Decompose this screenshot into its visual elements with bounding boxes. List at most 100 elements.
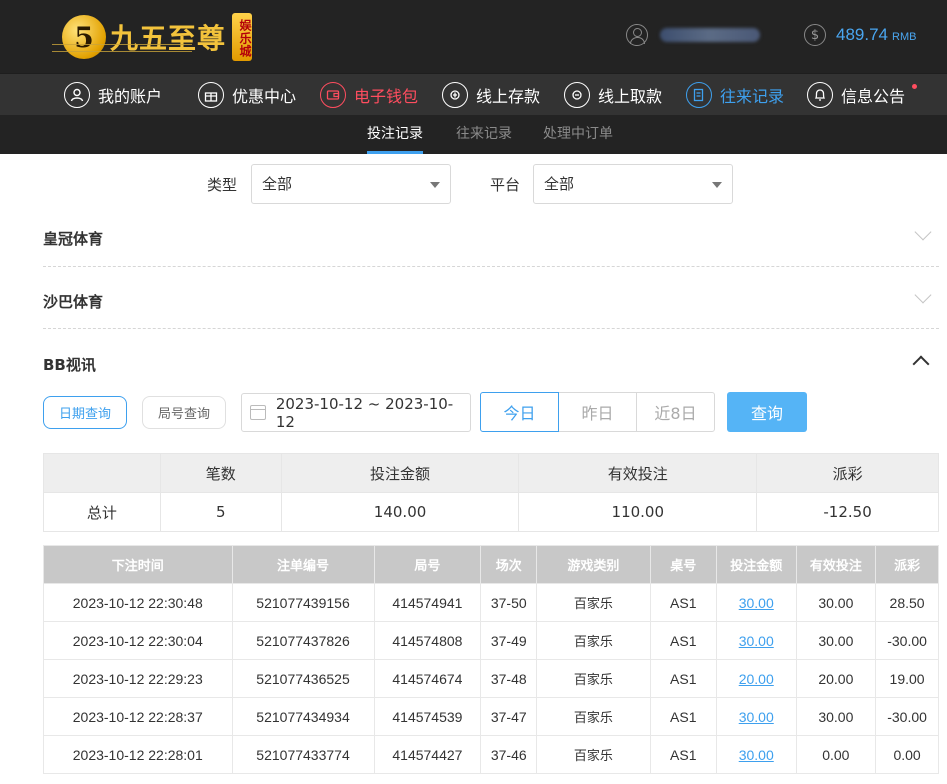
column-header-round: 局号 [373, 545, 482, 584]
section-bb-video[interactable]: BB视讯 [43, 348, 939, 378]
table-number-cell: AS1 [649, 583, 717, 622]
valid-bet-cell: 30.00 [795, 583, 877, 622]
notification-dot [912, 84, 917, 89]
bet-amount-cell: 20.00 [715, 659, 797, 698]
main-nav: 我的账户 优惠中心 电子钱包 线上存款 线上取款 往来记录 信息公告 [0, 73, 947, 115]
quick-range-group: 今日 昨日 近8日 [480, 392, 715, 432]
nav-label: 我的账户 [98, 87, 163, 106]
bet-amount-link[interactable]: 30.00 [739, 633, 774, 649]
wallet-icon [320, 82, 346, 108]
platform-label: 平台 [490, 176, 521, 194]
user-circle-icon [64, 82, 90, 108]
logo-mark-icon: 5 [62, 15, 106, 59]
nav-label: 线上取款 [598, 87, 663, 106]
nav-my-account[interactable]: 我的账户 [64, 80, 162, 110]
column-header-payout: 派彩 [875, 545, 939, 584]
match-cell: 37-48 [480, 659, 538, 698]
nav-label: 优惠中心 [232, 87, 297, 106]
divider [43, 266, 939, 267]
brand-badge: 娱乐城 [232, 13, 253, 61]
bet-time-cell: 2023-10-12 22:28:01 [43, 735, 233, 774]
game-type-cell: 百家乐 [536, 583, 651, 622]
nav-online-deposit[interactable]: 线上存款 [442, 80, 540, 110]
nav-online-withdraw[interactable]: 线上取款 [564, 80, 662, 110]
match-cell: 37-47 [480, 697, 538, 736]
bet-time-cell: 2023-10-12 22:29:23 [43, 659, 233, 698]
nav-transaction-records[interactable]: 往来记录 [686, 80, 784, 110]
bet-id-cell: 521077433774 [231, 735, 375, 774]
section-saba-sports[interactable]: 沙巴体育 [43, 285, 939, 315]
user-menu[interactable] [626, 24, 760, 46]
valid-bet-cell: 30.00 [795, 621, 877, 660]
tab-transaction-records[interactable]: 往来记录 [456, 115, 512, 154]
table-header-row: 下注时间 注单编号 局号 场次 游戏类别 桌号 投注金额 有效投注 派彩 [43, 545, 939, 584]
bet-amount-link[interactable]: 20.00 [739, 671, 774, 687]
tab-pending-orders[interactable]: 处理中订单 [543, 115, 613, 154]
summary-header-cell: 投注金额 [280, 453, 520, 493]
deposit-icon [442, 82, 468, 108]
section-title: 沙巴体育 [43, 293, 104, 311]
column-header-table: 桌号 [649, 545, 717, 584]
section-title: 皇冠体育 [43, 230, 104, 248]
brand-logo[interactable]: 5 九五至尊 娱乐城 [62, 10, 253, 64]
bet-id-cell: 521077439156 [231, 583, 375, 622]
section-crown-sports[interactable]: 皇冠体育 [43, 222, 939, 252]
range-yesterday-button[interactable]: 昨日 [558, 392, 637, 432]
game-type-cell: 百家乐 [536, 621, 651, 660]
bet-amount-link[interactable]: 30.00 [739, 595, 774, 611]
type-select-value: 全部 [262, 175, 293, 193]
nav-label: 信息公告 [841, 87, 906, 106]
user-icon [626, 24, 648, 46]
range-last8days-button[interactable]: 近8日 [636, 392, 715, 432]
summary-total-label: 总计 [43, 492, 161, 532]
type-label: 类型 [207, 176, 238, 194]
round-cell: 414574808 [373, 621, 482, 660]
bet-id-cell: 521077437826 [231, 621, 375, 660]
column-header-valid-bet: 有效投注 [795, 545, 877, 584]
platform-select[interactable]: 全部 [533, 164, 733, 204]
date-query-button[interactable]: 日期查询 [43, 396, 127, 429]
payout-cell: -30.00 [875, 697, 939, 736]
top-bar: 5 九五至尊 娱乐城 $ 489.74 RMB [0, 0, 947, 73]
table-row: 2023-10-12 22:28:01 521077433774 414574427… [43, 735, 939, 774]
section-title: BB视讯 [43, 356, 96, 374]
date-range-value: 2023-10-12 ~ 2023-10-12 [275, 394, 454, 431]
dollar-icon: $ [804, 24, 826, 46]
tab-bet-records[interactable]: 投注记录 [367, 115, 423, 154]
summary-header-cell [43, 453, 161, 493]
type-select[interactable]: 全部 [251, 164, 451, 204]
bell-icon [807, 82, 833, 108]
date-range-picker[interactable]: 2023-10-12 ~ 2023-10-12 [241, 393, 471, 432]
table-row: 2023-10-12 22:30:48 521077439156 414574941… [43, 583, 939, 622]
match-cell: 37-50 [480, 583, 538, 622]
bet-id-cell: 521077436525 [231, 659, 375, 698]
bet-amount-cell: 30.00 [715, 697, 797, 736]
summary-header-cell: 派彩 [756, 453, 939, 493]
payout-cell: 28.50 [875, 583, 939, 622]
round-query-button[interactable]: 局号查询 [142, 396, 226, 429]
caret-down-icon [712, 182, 722, 188]
platform-select-value: 全部 [544, 175, 575, 193]
table-row: 2023-10-12 22:28:37 521077434934 414574539… [43, 697, 939, 736]
nav-e-wallet[interactable]: 电子钱包 [320, 80, 418, 110]
nav-promotions[interactable]: 优惠中心 [198, 80, 296, 110]
caret-down-icon [430, 182, 440, 188]
balance-currency: RMB [892, 30, 917, 43]
sub-nav: 投注记录 往来记录 处理中订单 [0, 115, 947, 154]
range-today-button[interactable]: 今日 [480, 392, 559, 432]
bet-amount-cell: 30.00 [715, 583, 797, 622]
bet-amount-link[interactable]: 30.00 [739, 747, 774, 763]
round-cell: 414574539 [373, 697, 482, 736]
summary-header-row: 笔数 投注金额 有效投注 派彩 [43, 453, 939, 493]
payout-cell: 0.00 [875, 735, 939, 774]
table-row: 2023-10-12 22:30:04 521077437826 414574808… [43, 621, 939, 660]
table-row: 2023-10-12 22:29:23 521077436525 414574674… [43, 659, 939, 698]
withdraw-icon [564, 82, 590, 108]
column-header-bet-id: 注单编号 [231, 545, 375, 584]
nav-announcements[interactable]: 信息公告 [807, 80, 905, 110]
chevron-up-icon [912, 355, 930, 373]
round-cell: 414574674 [373, 659, 482, 698]
search-button[interactable]: 查询 [727, 392, 807, 432]
bet-amount-link[interactable]: 30.00 [739, 709, 774, 725]
table-number-cell: AS1 [649, 735, 717, 774]
